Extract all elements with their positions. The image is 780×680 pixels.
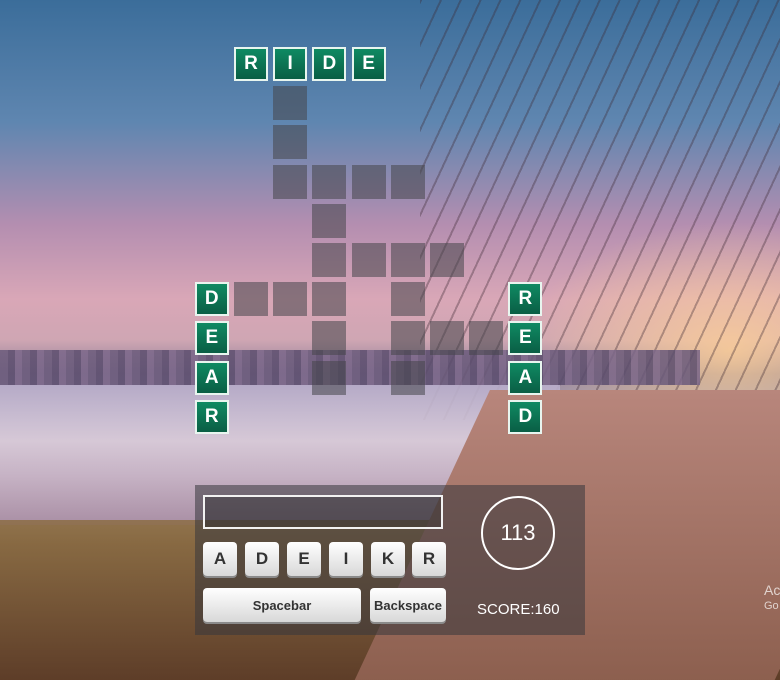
- empty-cell: [390, 360, 425, 395]
- letter-tile: I: [273, 47, 308, 81]
- letter-tile: E: [351, 47, 386, 81]
- letter-tile: D: [194, 282, 229, 317]
- watermark-line1: Ac: [764, 582, 780, 598]
- letter-tile: R: [194, 399, 229, 434]
- empty-cell: [430, 243, 464, 277]
- watermark-line2: Go: [764, 600, 779, 612]
- empty-cell: [469, 321, 504, 356]
- empty-cell: [430, 321, 464, 356]
- backspace-button[interactable]: Backspace: [370, 588, 446, 622]
- empty-cell: [390, 321, 425, 356]
- empty-cell: [390, 164, 425, 199]
- empty-cell: [312, 321, 347, 356]
- control-panel: A D E I K R Spacebar Backspace 113 SCORE…: [195, 485, 585, 635]
- empty-cell: [312, 360, 347, 395]
- empty-cell: [312, 243, 347, 277]
- letter-tile: A: [194, 360, 229, 395]
- letter-tile: A: [508, 360, 543, 395]
- empty-cell: [312, 282, 347, 317]
- letter-tile: E: [194, 321, 229, 356]
- letter-tile: R: [508, 282, 543, 317]
- letter-button-r[interactable]: R: [412, 542, 446, 576]
- activation-watermark: Ac Go: [764, 582, 780, 612]
- empty-cell: [312, 164, 347, 199]
- empty-cell: [312, 203, 347, 238]
- empty-cell: [273, 86, 308, 121]
- empty-cell: [273, 125, 308, 160]
- score-display: SCORE:160: [477, 601, 560, 618]
- empty-cell: [390, 243, 425, 277]
- empty-cell: [351, 243, 386, 277]
- letter-button-e[interactable]: E: [287, 542, 321, 576]
- spacebar-button[interactable]: Spacebar: [203, 588, 361, 622]
- empty-cell: [273, 164, 308, 199]
- letter-tile: E: [508, 321, 543, 356]
- letter-button-i[interactable]: I: [329, 542, 363, 576]
- city-skyline: [0, 350, 700, 385]
- empty-cell: [390, 282, 425, 317]
- countdown-timer: 113: [481, 496, 555, 570]
- answer-input[interactable]: [203, 495, 443, 529]
- empty-cell: [351, 164, 386, 199]
- letter-button-k[interactable]: K: [371, 542, 405, 576]
- letter-tile: D: [508, 399, 543, 434]
- letter-button-a[interactable]: A: [203, 542, 237, 576]
- letter-button-d[interactable]: D: [245, 542, 279, 576]
- letter-tile: R: [234, 47, 268, 81]
- letter-tile: D: [312, 47, 347, 81]
- empty-cell: [234, 282, 268, 317]
- empty-cell: [273, 282, 308, 317]
